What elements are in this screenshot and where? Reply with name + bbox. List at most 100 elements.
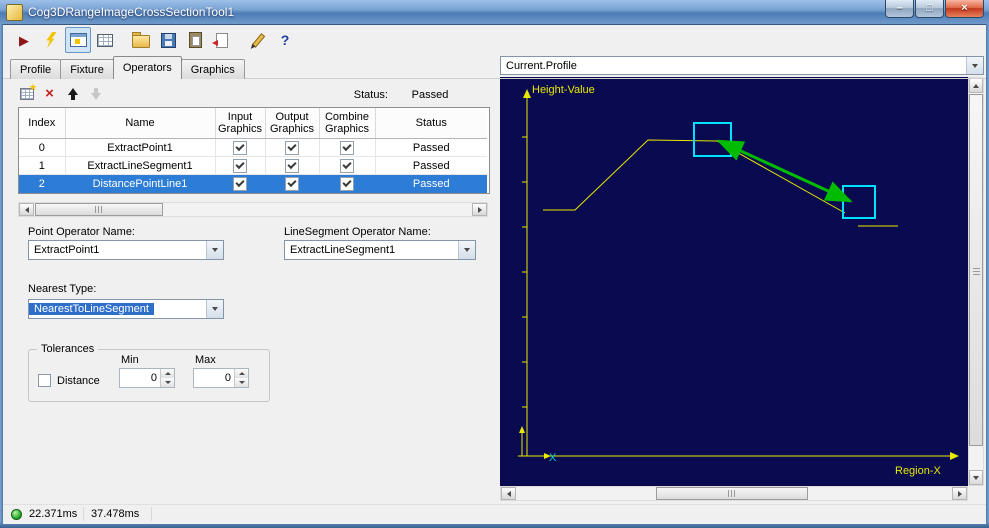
window-icon <box>6 4 23 21</box>
spin-down-icon[interactable] <box>235 378 248 387</box>
linesegment-operator-combo[interactable]: ExtractLineSegment1 <box>284 240 476 260</box>
tab-operators[interactable]: Operators <box>112 56 182 79</box>
point-operator-label: Point Operator Name: <box>28 226 135 238</box>
dropdown-button[interactable] <box>966 57 983 74</box>
scroll-down-button[interactable] <box>969 470 983 485</box>
cell-index[interactable]: 0 <box>19 138 66 157</box>
status-value: Passed <box>411 89 449 101</box>
distance-min-spinner[interactable] <box>119 368 175 388</box>
show-tool-display-button[interactable] <box>65 27 91 53</box>
linesegment-operator-value: ExtractLineSegment1 <box>290 244 396 256</box>
combine-graphics-checkbox[interactable] <box>340 140 354 155</box>
dropdown-button[interactable] <box>206 300 223 318</box>
show-results-grid-button[interactable] <box>92 27 118 53</box>
scroll-left-button[interactable] <box>19 203 34 216</box>
cell-name[interactable]: ExtractPoint1 <box>65 138 216 157</box>
window-title: Cog3DRangeImageCrossSectionTool1 <box>28 5 235 19</box>
run-button[interactable] <box>11 27 37 53</box>
chevron-down-icon <box>972 63 978 68</box>
add-operator-button[interactable] <box>16 84 37 103</box>
dropdown-button[interactable] <box>458 241 475 259</box>
up-icon <box>67 87 78 100</box>
chevron-down-icon <box>212 248 218 252</box>
output-graphics-checkbox[interactable] <box>285 140 299 155</box>
scrollbar-thumb[interactable] <box>969 94 983 446</box>
move-up-button[interactable] <box>62 84 83 103</box>
close-button[interactable]: × <box>945 0 984 18</box>
combine-graphics-checkbox[interactable] <box>340 176 354 191</box>
main-toolbar: ? <box>3 26 986 54</box>
minimize-button[interactable]: – <box>885 0 914 18</box>
minimize-icon: – <box>896 2 903 14</box>
delete-operator-button[interactable]: × <box>39 84 60 103</box>
nearest-type-combo[interactable]: NearestToLineSegment <box>28 299 224 319</box>
help-button[interactable]: ? <box>272 27 298 53</box>
output-graphics-checkbox[interactable] <box>285 158 299 173</box>
region-x-label: Region-X <box>895 465 942 477</box>
point-operator-combo[interactable]: ExtractPoint1 <box>28 240 224 260</box>
save-file-button[interactable] <box>155 27 181 53</box>
cell-status[interactable]: Passed <box>375 174 487 193</box>
paste-button[interactable] <box>182 27 208 53</box>
operator-row-0[interactable]: 0 ExtractPoint1 Passed <box>19 138 487 157</box>
operator-table-hscrollbar[interactable] <box>18 202 488 217</box>
run-once-button[interactable] <box>38 27 64 53</box>
input-graphics-checkbox[interactable] <box>233 158 247 173</box>
distance-max-spinner[interactable] <box>193 368 249 388</box>
column-header-combine: Combine Graphics <box>319 108 376 139</box>
distance-max-input[interactable] <box>194 369 234 387</box>
pen-icon <box>251 32 265 48</box>
import-button[interactable] <box>209 27 235 53</box>
input-graphics-checkbox[interactable] <box>233 140 247 155</box>
status-bar: 22.371ms 37.478ms <box>3 504 986 524</box>
cell-name[interactable]: ExtractLineSegment1 <box>65 156 216 175</box>
combine-graphics-checkbox[interactable] <box>340 158 354 173</box>
chevron-down-icon <box>212 307 218 311</box>
bolt-icon <box>46 32 57 48</box>
input-graphics-checkbox[interactable] <box>233 176 247 191</box>
profile-vscrollbar[interactable] <box>968 77 984 486</box>
scroll-left-button[interactable] <box>501 487 516 500</box>
column-header-output: Output Graphics <box>265 108 320 139</box>
cell-status[interactable]: Passed <box>375 156 487 175</box>
play-icon <box>19 34 29 47</box>
titlebar[interactable]: Cog3DRangeImageCrossSectionTool1 – □ × <box>0 0 989 25</box>
tab-graphics[interactable]: Graphics <box>180 59 245 79</box>
cell-status[interactable]: Passed <box>375 138 487 157</box>
operator-row-1[interactable]: 1 ExtractLineSegment1 Passed <box>19 156 487 175</box>
operator-row-2[interactable]: 2 DistancePointLine1 Passed <box>19 174 487 193</box>
distance-min-input[interactable] <box>120 369 160 387</box>
scroll-up-button[interactable] <box>969 78 983 93</box>
maximize-button[interactable]: □ <box>915 0 944 18</box>
toolbar-separator <box>119 30 128 50</box>
new-icon <box>19 87 34 100</box>
distance-checkbox[interactable] <box>38 374 51 387</box>
paste-icon <box>188 32 202 48</box>
profile-plot-svg[interactable]: X Height-Value Region-X <box>500 77 968 486</box>
height-value-label: Height-Value <box>532 84 595 96</box>
cell-index[interactable]: 1 <box>19 156 66 175</box>
configure-button[interactable] <box>245 27 271 53</box>
scroll-right-button[interactable] <box>472 203 487 216</box>
profile-hscrollbar[interactable] <box>500 486 968 501</box>
tab-fixture[interactable]: Fixture <box>60 59 114 79</box>
spin-up-icon[interactable] <box>161 369 174 378</box>
scroll-right-icon <box>477 206 482 213</box>
open-file-button[interactable] <box>128 27 154 53</box>
scrollbar-thumb[interactable] <box>35 203 163 216</box>
profile-selector-combo[interactable]: Current.Profile <box>500 56 984 75</box>
output-graphics-checkbox[interactable] <box>285 176 299 191</box>
scrollbar-thumb[interactable] <box>656 487 808 500</box>
spin-down-icon[interactable] <box>161 378 174 387</box>
plot-background <box>500 77 968 486</box>
cell-output-graphics <box>265 156 320 175</box>
scroll-right-button[interactable] <box>952 487 967 500</box>
scroll-left-icon <box>24 206 29 213</box>
tab-profile[interactable]: Profile <box>10 59 62 79</box>
chevron-down-icon <box>464 248 470 252</box>
spin-up-icon[interactable] <box>235 369 248 378</box>
statusbar-separator <box>83 507 84 521</box>
cell-name[interactable]: DistancePointLine1 <box>65 174 216 193</box>
cell-index[interactable]: 2 <box>19 174 66 193</box>
dropdown-button[interactable] <box>206 241 223 259</box>
